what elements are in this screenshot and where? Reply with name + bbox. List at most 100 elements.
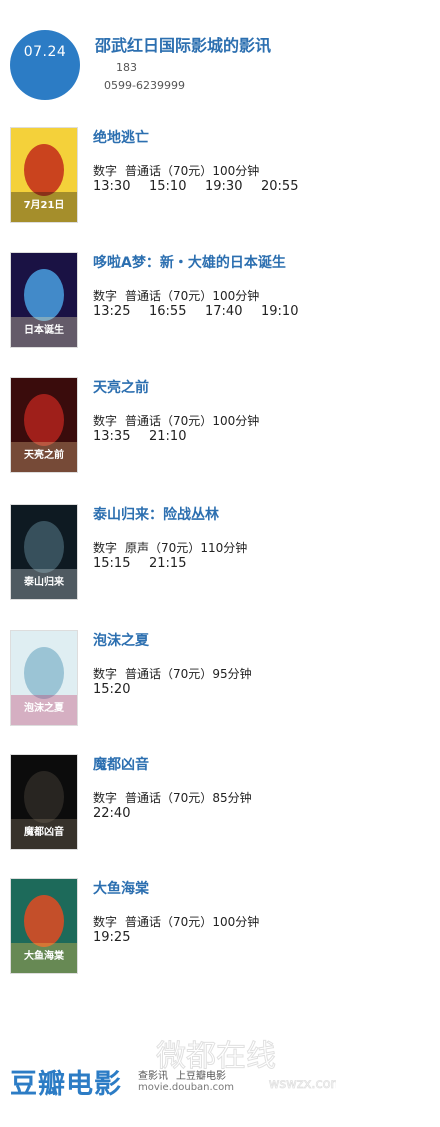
- showtime[interactable]: 16:55: [149, 304, 205, 319]
- movie-info: 数字 普通话（70元）85分钟: [93, 789, 260, 806]
- footer-links: 查影讯 上豆瓣电影: [138, 1067, 234, 1082]
- cinema-address: 183: [116, 61, 137, 74]
- poster-figure: [24, 269, 64, 321]
- poster-art: 泰山归来: [11, 505, 77, 599]
- poster-caption: 天亮之前: [24, 448, 64, 461]
- footer-url[interactable]: movie.douban.com: [138, 1082, 234, 1093]
- movie-title[interactable]: 泡沫之夏: [93, 630, 149, 650]
- poster-caption: 7月21日: [24, 199, 65, 211]
- movie-title[interactable]: 泰山归来：险战丛林: [93, 504, 219, 524]
- movie-poster[interactable]: 大鱼海棠: [10, 878, 78, 974]
- douban-movie-logo[interactable]: 豆瓣电影: [10, 1062, 122, 1101]
- poster-figure: [24, 521, 64, 573]
- showtime[interactable]: 19:25: [93, 930, 149, 945]
- poster-art: 魔都凶音: [11, 755, 77, 849]
- movie-price: （70元）: [161, 164, 213, 178]
- movie-poster[interactable]: 天亮之前: [10, 377, 78, 473]
- showtime[interactable]: 13:30: [93, 179, 149, 194]
- movie-duration: 100分钟: [212, 164, 260, 178]
- showtime-list: 13:30 15:10 19:30 20:55: [93, 179, 317, 194]
- movie-duration: 100分钟: [212, 915, 260, 929]
- poster-art: 7月21日: [11, 128, 77, 222]
- movie-poster[interactable]: 日本诞生: [10, 252, 78, 348]
- watermark-sub: wswzx.com: [269, 1077, 336, 1092]
- poster-art: 泡沫之夏: [11, 631, 77, 725]
- movie-info: 数字 普通话（70元）100分钟: [93, 913, 267, 930]
- showtime[interactable]: 13:25: [93, 304, 149, 319]
- poster-figure: [24, 394, 64, 446]
- movie-language: 普通话: [125, 791, 162, 805]
- movie-duration: 100分钟: [212, 289, 260, 303]
- movie-price: （70元）: [161, 289, 213, 303]
- movie-language: 普通话: [125, 667, 162, 681]
- movie-item: 天亮之前 天亮之前 数字 普通话（70元）100分钟 13:35 21:10: [0, 377, 440, 477]
- movie-language: 普通话: [125, 414, 162, 428]
- poster-caption: 泡沫之夏: [24, 701, 65, 714]
- movie-info: 数字 普通话（70元）95分钟: [93, 665, 260, 682]
- movie-format: 数字: [93, 667, 118, 681]
- link-showtimes[interactable]: 查影讯: [138, 1071, 168, 1082]
- showtime[interactable]: 20:55: [261, 179, 317, 194]
- movie-language: 普通话: [125, 164, 162, 178]
- poster-caption: 魔都凶音: [24, 825, 64, 838]
- showtime[interactable]: 13:35: [93, 429, 149, 444]
- movie-format: 数字: [93, 289, 118, 303]
- movie-poster[interactable]: 7月21日: [10, 127, 78, 223]
- movie-price: （70元）: [149, 541, 201, 555]
- movie-price: （70元）: [161, 414, 213, 428]
- poster-figure: [24, 647, 64, 699]
- showtime-list: 15:20: [93, 682, 149, 697]
- movie-item: 泰山归来 泰山归来：险战丛林 数字 原声（70元）110分钟 15:15 21:15: [0, 504, 440, 604]
- movie-format: 数字: [93, 915, 118, 929]
- movie-poster[interactable]: 泰山归来: [10, 504, 78, 600]
- movie-info: 数字 原声（70元）110分钟: [93, 539, 255, 556]
- showtime[interactable]: 15:15: [93, 556, 149, 571]
- showtime[interactable]: 17:40: [205, 304, 261, 319]
- movie-poster[interactable]: 魔都凶音: [10, 754, 78, 850]
- movie-price: （70元）: [161, 915, 213, 929]
- movie-item: 泡沫之夏 泡沫之夏 数字 普通话（70元）95分钟 15:20: [0, 630, 440, 730]
- date-text: 07.24: [23, 44, 67, 60]
- showtime[interactable]: 22:40: [93, 806, 149, 821]
- cinema-name[interactable]: 邵武红日国际影城的影讯: [95, 32, 271, 56]
- movie-duration: 85分钟: [212, 791, 252, 805]
- movie-language: 原声: [125, 541, 150, 555]
- movie-title[interactable]: 哆啦A梦：新・大雄的日本诞生: [93, 252, 286, 272]
- movie-format: 数字: [93, 791, 118, 805]
- movie-poster[interactable]: 泡沫之夏: [10, 630, 78, 726]
- poster-caption: 大鱼海棠: [24, 949, 65, 962]
- movie-title[interactable]: 大鱼海棠: [93, 878, 149, 898]
- movie-item: 魔都凶音 魔都凶音 数字 普通话（70元）85分钟 22:40: [0, 754, 440, 854]
- poster-figure: [24, 771, 64, 823]
- showtime[interactable]: 21:15: [149, 556, 205, 571]
- movie-title[interactable]: 绝地逃亡: [93, 127, 149, 147]
- showtime[interactable]: 19:10: [261, 304, 317, 319]
- showtime[interactable]: 15:10: [149, 179, 205, 194]
- showtimes-page: 07.24 邵武红日国际影城的影讯 183 0599-6239999 7月21日…: [0, 0, 440, 1127]
- movie-item: 大鱼海棠 大鱼海棠 数字 普通话（70元）100分钟 19:25: [0, 878, 440, 978]
- showtime[interactable]: 19:30: [205, 179, 261, 194]
- movie-duration: 95分钟: [212, 667, 252, 681]
- link-douban-movie[interactable]: 上豆瓣电影: [176, 1071, 226, 1082]
- showtime-list: 15:15 21:15: [93, 556, 205, 571]
- poster-art: 日本诞生: [11, 253, 77, 347]
- showtime[interactable]: 21:10: [149, 429, 205, 444]
- poster-figure: [24, 895, 64, 947]
- movie-item: 7月21日 绝地逃亡 数字 普通话（70元）100分钟 13:30 15:10 19:…: [0, 127, 440, 227]
- movie-format: 数字: [93, 164, 118, 178]
- showtime-list: 22:40: [93, 806, 149, 821]
- poster-caption: 日本诞生: [24, 323, 64, 336]
- cinema-phone[interactable]: 0599-6239999: [104, 79, 185, 92]
- movie-title[interactable]: 魔都凶音: [93, 754, 149, 774]
- date-badge: 07.24: [10, 30, 80, 100]
- movie-info: 数字 普通话（70元）100分钟: [93, 412, 267, 429]
- movie-duration: 100分钟: [212, 414, 260, 428]
- showtime[interactable]: 15:20: [93, 682, 149, 697]
- movie-title[interactable]: 天亮之前: [93, 377, 149, 397]
- movie-info: 数字 普通话（70元）100分钟: [93, 287, 267, 304]
- movie-duration: 110分钟: [200, 541, 248, 555]
- showtime-list: 13:35 21:10: [93, 429, 205, 444]
- movie-language: 普通话: [125, 289, 162, 303]
- showtime-list: 13:25 16:55 17:40 19:10: [93, 304, 317, 319]
- movie-price: （70元）: [161, 667, 213, 681]
